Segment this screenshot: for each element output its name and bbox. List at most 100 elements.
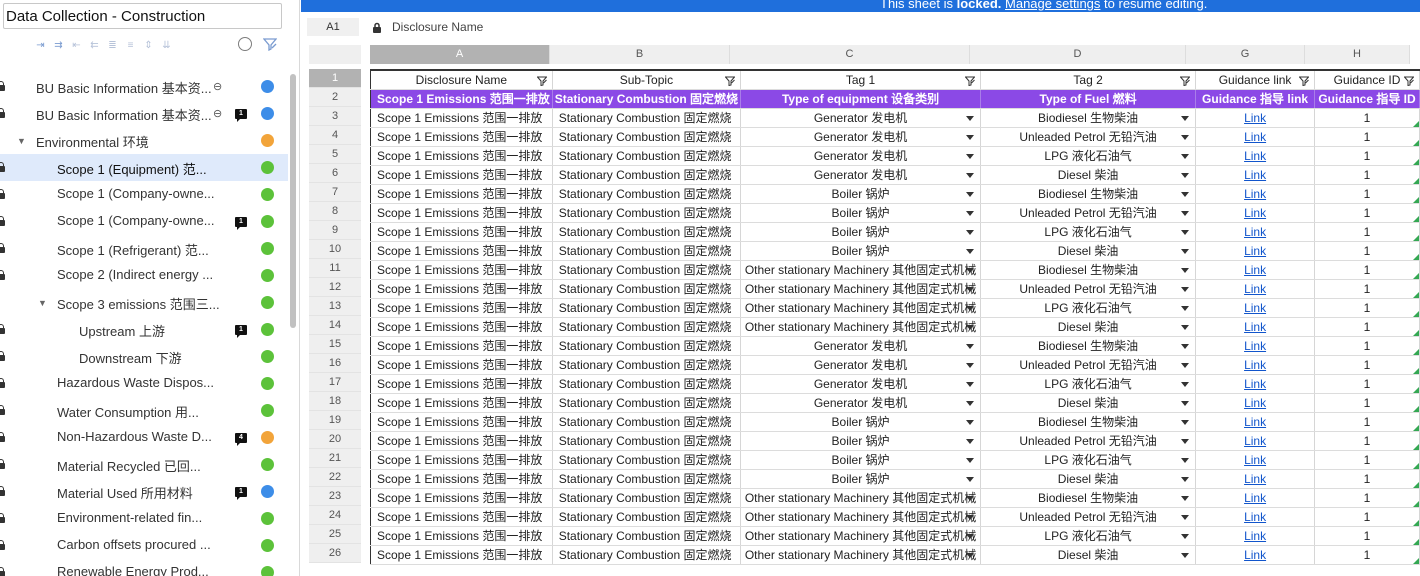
table-cell[interactable]: 1	[1314, 108, 1420, 128]
table-cell[interactable]: Generator 发电机	[740, 336, 982, 356]
table-cell[interactable]: Unleaded Petrol 无铅汽油	[980, 279, 1197, 299]
table-cell[interactable]: Stationary Combustion 固定燃烧	[552, 450, 742, 470]
circle-icon[interactable]	[238, 37, 252, 51]
table-cell[interactable]: Other stationary Machinery 其他固定式机械	[740, 507, 982, 527]
table-cell[interactable]: Scope 1 Emissions 范围一排放	[370, 279, 553, 299]
table-cell[interactable]: Generator 发电机	[740, 393, 982, 413]
table-cell[interactable]: Scope 1 Emissions 范围一排放	[370, 317, 553, 337]
dropdown-arrow-icon[interactable]	[966, 191, 975, 197]
table-cell[interactable]: Boiler 锅炉	[740, 241, 982, 261]
sheet-tree-item[interactable]: Renewable Energy Prod...	[0, 559, 288, 576]
table-cell[interactable]: Scope 1 Emissions 范围一排放	[370, 184, 553, 204]
guidance-link[interactable]: Link	[1195, 317, 1316, 337]
row-number[interactable]: 5	[309, 145, 361, 164]
dropdown-arrow-icon[interactable]	[966, 210, 975, 216]
table-cell[interactable]: 1	[1314, 203, 1420, 223]
filter-icon[interactable]	[536, 75, 548, 87]
table-cell[interactable]: Scope 1 Emissions 范围一排放	[370, 393, 553, 413]
table-cell[interactable]: Stationary Combustion 固定燃烧	[552, 108, 742, 128]
table-cell[interactable]: Diesel 柴油	[980, 393, 1197, 413]
guidance-link[interactable]: Link	[1195, 469, 1316, 489]
dropdown-arrow-icon[interactable]	[966, 457, 975, 463]
table-cell[interactable]: Stationary Combustion 固定燃烧	[552, 374, 742, 394]
dropdown-arrow-icon[interactable]	[1181, 552, 1190, 558]
table-cell[interactable]: 1	[1314, 412, 1420, 432]
table-cell[interactable]: Boiler 锅炉	[740, 222, 982, 242]
table-cell[interactable]: Stationary Combustion 固定燃烧	[552, 184, 742, 204]
table-cell[interactable]: Scope 1 Emissions 范围一排放	[370, 241, 553, 261]
table-cell[interactable]: Other stationary Machinery 其他固定式机械	[740, 488, 982, 508]
dropdown-arrow-icon[interactable]	[966, 267, 975, 273]
table-cell[interactable]: Other stationary Machinery 其他固定式机械	[740, 279, 982, 299]
row-number[interactable]: 10	[309, 240, 361, 259]
sheet-tree-item[interactable]: Environment-related fin...	[0, 505, 288, 532]
table-cell[interactable]: Scope 1 Emissions 范围一排放	[370, 165, 553, 185]
column-header[interactable]: D	[970, 45, 1186, 64]
dropdown-arrow-icon[interactable]	[966, 229, 975, 235]
dropdown-arrow-icon[interactable]	[966, 419, 975, 425]
table-cell[interactable]: Other stationary Machinery 其他固定式机械	[740, 298, 982, 318]
dropdown-arrow-icon[interactable]	[1181, 191, 1190, 197]
dropdown-arrow-icon[interactable]	[1181, 248, 1190, 254]
guidance-link[interactable]: Link	[1195, 545, 1316, 565]
dropdown-arrow-icon[interactable]	[1181, 457, 1190, 463]
table-cell[interactable]: Stationary Combustion 固定燃烧	[552, 526, 742, 546]
table-cell[interactable]: 1	[1314, 374, 1420, 394]
table-cell[interactable]: Scope 1 Emissions 范围一排放	[370, 526, 553, 546]
dropdown-arrow-icon[interactable]	[1181, 210, 1190, 216]
row-number[interactable]: 24	[309, 506, 361, 525]
table-cell[interactable]: 1	[1314, 450, 1420, 470]
indent-less-icon[interactable]: ≣	[106, 39, 119, 52]
table-cell[interactable]: Stationary Combustion 固定燃烧	[552, 298, 742, 318]
comment-count-badge[interactable]: 1	[235, 217, 247, 230]
table-cell[interactable]: Stationary Combustion 固定燃烧	[552, 279, 742, 299]
collapse-icon[interactable]: ≡	[124, 39, 137, 52]
dropdown-arrow-icon[interactable]	[1181, 381, 1190, 387]
table-cell[interactable]: 1	[1314, 127, 1420, 147]
filter-icon[interactable]	[964, 75, 976, 87]
subheader-cell[interactable]: Scope 1 Emissions 范围一排放	[370, 89, 553, 109]
filter-icon[interactable]	[1179, 75, 1191, 87]
guidance-link[interactable]: Link	[1195, 488, 1316, 508]
table-cell[interactable]: Scope 1 Emissions 范围一排放	[370, 146, 553, 166]
dropdown-arrow-icon[interactable]	[966, 305, 975, 311]
table-cell[interactable]: Other stationary Machinery 其他固定式机械	[740, 260, 982, 280]
table-cell[interactable]: Scope 1 Emissions 范围一排放	[370, 298, 553, 318]
column-header[interactable]: B	[550, 45, 730, 64]
table-cell[interactable]: Stationary Combustion 固定燃烧	[552, 146, 742, 166]
indent-right-icon[interactable]: ⇥	[34, 39, 47, 52]
table-cell[interactable]: Stationary Combustion 固定燃烧	[552, 127, 742, 147]
table-cell[interactable]: Diesel 柴油	[980, 545, 1197, 565]
dropdown-arrow-icon[interactable]	[966, 381, 975, 387]
table-cell[interactable]: 1	[1314, 488, 1420, 508]
subheader-cell[interactable]: Stationary Combustion 固定燃烧	[552, 89, 742, 109]
row-number[interactable]: 16	[309, 354, 361, 373]
table-cell[interactable]: Generator 发电机	[740, 165, 982, 185]
filter-icon[interactable]	[1403, 75, 1415, 87]
table-cell[interactable]: Scope 1 Emissions 范围一排放	[370, 488, 553, 508]
table-cell[interactable]: Stationary Combustion 固定燃烧	[552, 412, 742, 432]
sheet-tree-item[interactable]: Non-Hazardous Waste D... 4	[0, 424, 288, 451]
guidance-link[interactable]: Link	[1195, 298, 1316, 318]
table-cell[interactable]: 1	[1314, 298, 1420, 318]
table-cell[interactable]: 1	[1314, 222, 1420, 242]
table-cell[interactable]: Unleaded Petrol 无铅汽油	[980, 507, 1197, 527]
dropdown-arrow-icon[interactable]	[966, 343, 975, 349]
table-cell[interactable]: 1	[1314, 241, 1420, 261]
filter-icon[interactable]	[724, 75, 736, 87]
column-title-cell[interactable]: Sub-Topic	[552, 70, 742, 90]
table-cell[interactable]: Stationary Combustion 固定燃烧	[552, 507, 742, 527]
table-cell[interactable]: Unleaded Petrol 无铅汽油	[980, 431, 1197, 451]
table-cell[interactable]: Boiler 锅炉	[740, 203, 982, 223]
row-number[interactable]: 7	[309, 183, 361, 202]
table-cell[interactable]: Scope 1 Emissions 范围一排放	[370, 374, 553, 394]
table-cell[interactable]: Unleaded Petrol 无铅汽油	[980, 203, 1197, 223]
guidance-link[interactable]: Link	[1195, 184, 1316, 204]
row-number[interactable]: 18	[309, 392, 361, 411]
column-title-cell[interactable]: Tag 1	[740, 70, 982, 90]
caret-down-icon[interactable]: ▼	[38, 298, 47, 308]
table-cell[interactable]: 1	[1314, 336, 1420, 356]
table-cell[interactable]: Scope 1 Emissions 范围一排放	[370, 355, 553, 375]
guidance-link[interactable]: Link	[1195, 127, 1316, 147]
table-cell[interactable]: Biodiesel 生物柴油	[980, 184, 1197, 204]
